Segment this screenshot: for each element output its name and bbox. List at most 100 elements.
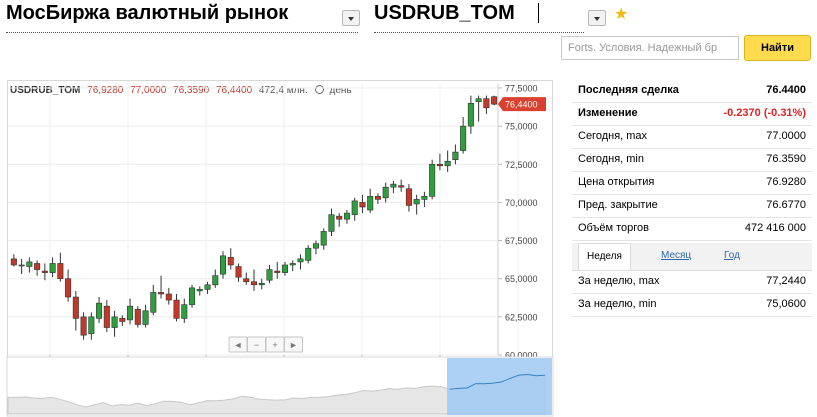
candle[interactable]	[444, 150, 451, 172]
candle-body	[444, 160, 451, 167]
candle[interactable]	[305, 245, 312, 264]
info-value: 77,2440	[766, 275, 806, 287]
info-value: 76.4400	[766, 84, 806, 96]
candle-body	[460, 125, 467, 151]
candle[interactable]	[429, 159, 436, 200]
candle[interactable]	[297, 254, 304, 270]
candle-body	[181, 304, 188, 319]
candle-body	[96, 302, 103, 319]
candle-body	[49, 263, 56, 273]
candle[interactable]	[436, 153, 443, 171]
candle[interactable]	[351, 197, 358, 221]
candle[interactable]	[398, 179, 405, 192]
candle[interactable]	[320, 228, 327, 250]
candle[interactable]	[452, 144, 459, 165]
candle[interactable]	[289, 260, 296, 272]
candle-body	[483, 98, 490, 109]
info-label: Цена открытия	[578, 176, 655, 188]
info-label: Пред. закрытие	[578, 199, 658, 211]
candle[interactable]	[173, 293, 180, 322]
candle[interactable]	[266, 264, 273, 284]
candle[interactable]	[196, 286, 203, 296]
candle-body	[26, 261, 33, 267]
candle[interactable]	[72, 290, 79, 331]
candle[interactable]	[413, 194, 420, 215]
candle[interactable]	[142, 304, 149, 328]
candle-body	[281, 264, 288, 273]
tab-week[interactable]: Неделя	[578, 243, 631, 270]
candle[interactable]	[227, 248, 234, 270]
candle[interactable]	[49, 257, 56, 278]
candle[interactable]	[367, 188, 374, 214]
info-label: За неделю, min	[578, 298, 657, 310]
candle[interactable]	[243, 272, 250, 285]
info-label: Последняя сделка	[578, 84, 679, 96]
candle[interactable]	[96, 297, 103, 323]
candle-body	[429, 163, 436, 197]
candle[interactable]	[258, 278, 265, 290]
candle[interactable]	[467, 95, 474, 134]
candle[interactable]	[405, 184, 412, 212]
candle[interactable]	[250, 269, 258, 291]
candle[interactable]	[134, 306, 141, 328]
candle[interactable]	[181, 298, 188, 323]
candle-body	[305, 247, 312, 261]
zoom-in-button[interactable]: +	[265, 336, 285, 353]
candle[interactable]	[34, 260, 41, 276]
candle[interactable]	[274, 261, 281, 279]
tab-year[interactable]: Год	[724, 243, 740, 270]
candle[interactable]	[18, 258, 25, 275]
y-tick-label: 72,5000	[505, 160, 538, 170]
candle-body	[196, 289, 203, 292]
candle[interactable]	[150, 284, 157, 316]
candle[interactable]	[165, 287, 172, 305]
zoom-in-icon: +	[272, 340, 277, 350]
tab-month[interactable]: Месяц	[661, 243, 691, 270]
candle-body	[382, 186, 389, 199]
scroll-right-icon: ►	[289, 340, 298, 350]
info-value: 472 416 000	[744, 222, 806, 234]
quote-info-panel: Последняя сделка 76.4400 Изменение -0.23…	[572, 80, 812, 317]
y-tick-label: 77,5000	[505, 84, 538, 94]
candle-body	[10, 258, 17, 266]
period-tabs: Неделя Месяц Год	[572, 243, 812, 271]
candle[interactable]	[460, 116, 467, 154]
candle[interactable]	[103, 300, 110, 333]
info-label: За неделю, max	[578, 275, 660, 287]
info-row-change: Изменение -0.2370 (-0.31%)	[572, 103, 812, 126]
candle[interactable]	[491, 95, 498, 106]
candle[interactable]	[10, 254, 17, 267]
candle[interactable]	[382, 182, 389, 203]
candle-body	[34, 263, 41, 270]
candle[interactable]	[111, 310, 118, 337]
navigator-selection[interactable]	[447, 358, 552, 415]
candle[interactable]	[65, 269, 72, 302]
candle[interactable]	[475, 95, 482, 122]
scroll-left-button[interactable]: ◄	[228, 336, 248, 353]
candle[interactable]	[421, 191, 428, 208]
candle-body	[165, 293, 172, 301]
zoom-out-button[interactable]: −	[247, 336, 266, 353]
candle[interactable]	[41, 263, 48, 281]
candle[interactable]	[390, 181, 397, 194]
candle-body	[189, 287, 196, 305]
candle[interactable]	[336, 213, 343, 227]
candle[interactable]	[57, 252, 64, 282]
candle-body	[142, 310, 149, 325]
candle[interactable]	[359, 194, 366, 214]
candle[interactable]	[220, 251, 227, 279]
scroll-left-icon: ◄	[234, 340, 243, 350]
candle-body	[274, 270, 281, 273]
candle-body	[359, 202, 366, 208]
candle[interactable]	[483, 95, 490, 114]
candle[interactable]	[189, 284, 196, 308]
scroll-right-button[interactable]: ►	[284, 336, 303, 353]
candle-body	[421, 196, 428, 200]
info-label: Сегодня, max	[578, 130, 648, 142]
candle[interactable]	[212, 269, 219, 288]
candle[interactable]	[26, 257, 33, 273]
candle[interactable]	[312, 240, 319, 255]
candle[interactable]	[328, 208, 335, 236]
candle[interactable]	[281, 261, 288, 276]
candle[interactable]	[343, 210, 350, 224]
